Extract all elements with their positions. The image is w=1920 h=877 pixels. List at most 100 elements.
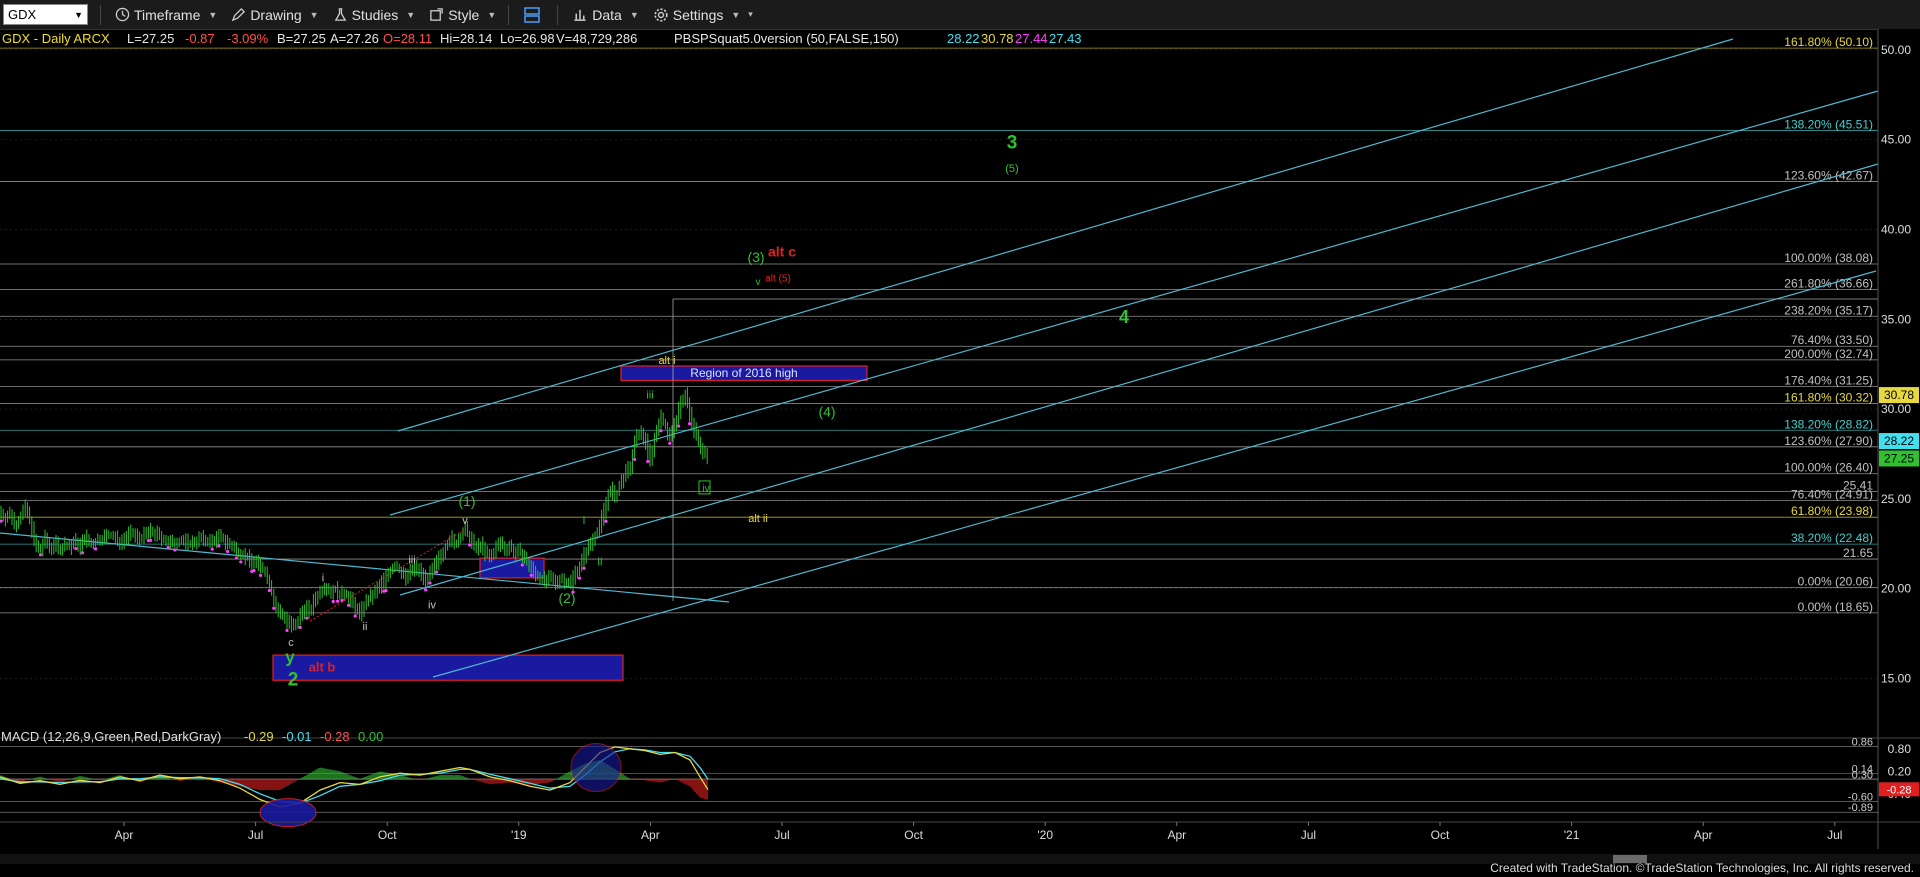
wave-label: i	[583, 515, 585, 527]
study-dot	[217, 544, 221, 548]
wave-label: alt ii	[748, 513, 768, 525]
study-dot	[149, 538, 153, 542]
macd-value: -0.29	[244, 729, 274, 744]
fib-label: 138.20% (28.82)	[1784, 417, 1873, 431]
fib-label: 38.20% (22.48)	[1791, 531, 1873, 545]
study-dot	[435, 570, 439, 574]
y-tick-label: 50.00	[1881, 43, 1911, 57]
fib-label: 261.80% (36.66)	[1784, 277, 1873, 291]
settings-button[interactable]: Settings ▼ ▾	[653, 7, 753, 23]
y-tick-label: 30.00	[1881, 402, 1911, 416]
study-value: 30.78	[981, 31, 1014, 46]
macd-level-label: 0.86	[1852, 737, 1873, 749]
x-tick-label: '21	[1564, 828, 1580, 842]
box-label: Region of 2016 high	[690, 366, 797, 380]
change-percent: -3.09%	[227, 31, 269, 46]
downtrend-line	[0, 532, 730, 603]
wave-label: i	[322, 572, 324, 584]
study-dot	[259, 573, 263, 577]
y-tick-label: 40.00	[1881, 223, 1911, 237]
macd-value: 0.00	[358, 729, 383, 744]
fib-label: 123.60% (27.90)	[1784, 434, 1873, 448]
x-tick-label: Jul	[774, 828, 789, 842]
wave-label: alt i	[658, 355, 675, 367]
study-dot	[520, 563, 525, 567]
data-button[interactable]: Data ▼	[572, 7, 639, 23]
toolbar: GDX ▼ Timeframe ▼ Drawing ▼ Studies ▼ St…	[0, 0, 1920, 30]
y-tick-label: 45.00	[1881, 133, 1911, 147]
study-dot	[347, 603, 351, 607]
fib-label: 100.00% (26.40)	[1784, 461, 1873, 475]
fib-label: 0.00% (20.06)	[1798, 575, 1873, 589]
last-price-tag-label: 27.25	[1884, 451, 1914, 465]
wave-label: v	[462, 515, 468, 527]
wave-label: iii	[646, 389, 653, 401]
wave-label: 4	[1119, 307, 1129, 327]
x-tick-label: Oct	[1431, 828, 1450, 842]
channel-line	[389, 90, 1879, 516]
symbol-line: GDX - Daily ARCX	[2, 31, 110, 46]
study-dot	[353, 614, 357, 618]
study-dot	[424, 588, 428, 592]
layout-button[interactable]	[523, 6, 545, 24]
fib-label: 76.40% (24.91)	[1791, 487, 1873, 501]
channel-lines	[0, 38, 1880, 678]
volume-value: V=48,729,286	[556, 31, 637, 46]
fib-label: 138.20% (45.51)	[1784, 118, 1873, 132]
fib-label: 61.80% (23.98)	[1791, 504, 1873, 518]
studies-button[interactable]: Studies ▼	[333, 7, 415, 23]
fib-label: 100.00% (38.08)	[1784, 251, 1873, 265]
ask-value: A=27.26	[330, 31, 379, 46]
x-tick-label: '20	[1037, 828, 1053, 842]
caret-down-icon: ▼	[731, 9, 741, 20]
pencil-icon	[232, 7, 246, 22]
caret-down-icon: ▼	[487, 9, 497, 20]
study-dot	[582, 566, 586, 570]
fib-label: 200.00% (32.74)	[1784, 347, 1873, 361]
symbol-selector[interactable]: GDX ▼	[3, 4, 88, 25]
study-values: 28.22 30.78 27.44 27.43	[947, 31, 1082, 46]
high-value: Hi=28.14	[440, 31, 492, 46]
chart-area[interactable]: 161.80% (50.10) 138.20% (45.51) 123.60% (4…	[0, 29, 1920, 877]
x-tick-label: Apr	[641, 828, 660, 842]
study-dot	[336, 599, 340, 603]
last-price-tag-label: 28.22	[1884, 434, 1914, 448]
wave-label: ii	[363, 621, 368, 633]
timeframe-button[interactable]: Timeframe ▼	[115, 7, 217, 23]
study-dot	[305, 616, 309, 620]
study-dot	[210, 547, 214, 551]
drawing-button[interactable]: Drawing ▼	[231, 7, 319, 23]
highlight-boxes: Region of 2016 high	[272, 365, 868, 681]
study-dot	[285, 628, 289, 633]
macd-tick-label: 0.80	[1888, 742, 1912, 756]
price-grid	[0, 49, 1878, 679]
last-price: L=27.25	[127, 31, 174, 46]
wave-label: (4)	[818, 403, 835, 419]
study-dot	[272, 606, 276, 610]
macd-tick-label: 0.20	[1888, 764, 1912, 778]
study-dot	[267, 588, 271, 593]
wave-label: (1)	[458, 493, 475, 509]
caret-down-icon: ▼	[208, 9, 218, 20]
x-tick-label: Apr	[1694, 828, 1713, 842]
macd-value: -0.01	[282, 729, 312, 744]
y-tick-label: 25.00	[1881, 492, 1911, 506]
style-button[interactable]: Style ▼	[429, 7, 496, 23]
study-dot	[384, 588, 388, 593]
wave-label: (2)	[558, 590, 575, 606]
x-tick-label: '19	[511, 828, 527, 842]
bar-chart-icon	[574, 9, 586, 21]
fib-label: 21.65	[1843, 546, 1873, 560]
study-dot	[688, 422, 692, 426]
wave-label: v	[756, 277, 761, 288]
clock-icon	[115, 7, 130, 22]
study-dot	[677, 424, 681, 428]
fib-label: 238.20% (35.17)	[1784, 303, 1873, 317]
wave-label: iv	[702, 484, 709, 495]
wave-label: alt (5)	[765, 274, 791, 285]
price-axis[interactable]: 15.00 20.00 25.00 30.00 35.00 40.00 45.00 50.00…	[1877, 29, 1920, 877]
fib-label: 123.60% (42.67)	[1784, 169, 1873, 183]
fib-label: 76.40% (33.50)	[1791, 333, 1873, 347]
fib-label: 161.80% (50.10)	[1784, 35, 1873, 49]
fib-label: 0.00% (18.65)	[1798, 600, 1873, 614]
